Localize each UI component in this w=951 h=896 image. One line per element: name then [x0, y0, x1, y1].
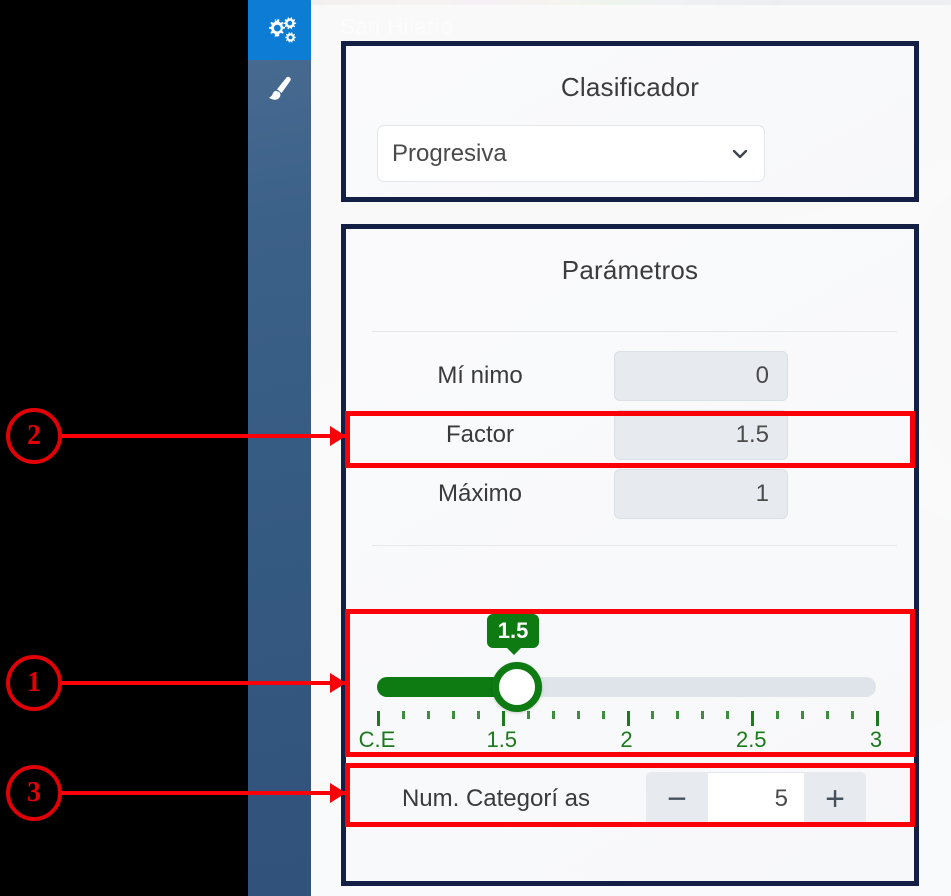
factor-slider-tooltip: 1.5: [486, 614, 540, 654]
slider-tick-label: 3: [869, 727, 883, 752]
slider-tick-minor: [601, 711, 605, 719]
slider-tick-major: [501, 711, 505, 726]
slider-tick-label: 2.5: [735, 727, 767, 752]
callout-2-line: [62, 434, 345, 438]
slider-tick-minor: [776, 711, 780, 719]
factor-slider-area: 1.5 C.E 1.5 2 2.5 3: [346, 614, 914, 755]
screenshot-root: San Hilario Clasificador Progresiva Pará…: [0, 0, 951, 896]
slider-tick-minor: [651, 711, 655, 719]
slider-tick-major: [626, 711, 630, 726]
num-categorias-value[interactable]: 5: [708, 772, 804, 826]
param-value-maximo[interactable]: 1: [614, 468, 788, 519]
sidebar-item-settings[interactable]: [248, 0, 311, 60]
callout-3-arrow: [330, 783, 346, 803]
num-categorias-label: Num. Categorí as: [401, 785, 591, 812]
param-row-factor: Factor 1.5: [346, 405, 914, 464]
divider-top: [372, 331, 897, 332]
increment-button[interactable]: +: [804, 772, 866, 826]
param-value-factor[interactable]: 1.5: [614, 409, 788, 460]
callout-1-line: [62, 681, 345, 685]
callout-3-number: 3: [6, 765, 62, 821]
slider-tick-minor: [476, 711, 480, 719]
slider-tick-minor: [401, 711, 405, 719]
factor-slider-thumb[interactable]: [491, 662, 542, 712]
gears-icon: [263, 15, 297, 45]
slider-tick-label: C.E: [358, 727, 396, 752]
slider-tick-minor: [726, 711, 730, 719]
callout-1-arrow: [330, 673, 346, 693]
param-label-maximo: Máximo: [437, 479, 522, 507]
slider-tick-minor: [451, 711, 455, 719]
paint-brush-icon: [263, 74, 297, 106]
decrement-button[interactable]: −: [646, 772, 708, 826]
param-row-maximo: Máximo 1: [346, 464, 914, 523]
factor-slider-track[interactable]: 1.5: [377, 614, 876, 712]
num-categorias-row: Num. Categorí as − 5 +: [346, 769, 914, 829]
parameters-panel: Parámetros Mí nimo 0 Factor 1.5 Máximo 1: [341, 224, 919, 886]
slider-tick-minor: [826, 711, 830, 719]
slider-tick-minor: [526, 711, 530, 719]
map-watermark-label: San Hilario: [340, 14, 454, 39]
slider-tick-minor: [851, 711, 855, 719]
classifier-panel: Clasificador Progresiva: [341, 41, 919, 202]
param-label-factor: Factor: [445, 420, 514, 448]
slider-tick-major: [876, 711, 879, 726]
slider-tick-label: 1.5: [486, 727, 518, 752]
chevron-down-icon: [730, 144, 750, 164]
callout-3-line: [62, 791, 345, 795]
callout-1-number: 1: [6, 655, 62, 711]
slider-tick-minor: [426, 711, 430, 719]
param-row-minimo: Mí nimo 0: [346, 346, 914, 405]
num-categorias-stepper: − 5 +: [646, 772, 866, 826]
callout-2-arrow: [330, 426, 346, 446]
slider-tick-major: [377, 711, 380, 726]
slider-tick-minor: [676, 711, 680, 719]
slider-tick-minor: [576, 711, 580, 719]
param-value-minimo[interactable]: 0: [614, 350, 788, 401]
param-label-minimo: Mí nimo: [437, 361, 523, 389]
classifier-select[interactable]: Progresiva: [377, 125, 765, 182]
slider-tick-minor: [551, 711, 555, 719]
parameters-panel-title: Parámetros: [561, 255, 699, 285]
callout-2-number: 2: [6, 408, 62, 464]
factor-slider-ticks: [377, 711, 879, 727]
sidebar-rail: [248, 0, 311, 896]
slider-tick-minor: [701, 711, 705, 719]
slider-tick-major: [751, 711, 755, 726]
slider-tick-minor: [801, 711, 805, 719]
divider-bottom: [372, 545, 897, 546]
classifier-panel-title: Clasificador: [560, 72, 700, 102]
factor-slider-tick-labels: C.E 1.5 2 2.5 3: [359, 727, 882, 753]
slider-tick-label: 2: [620, 727, 633, 752]
sidebar-item-style[interactable]: [248, 60, 311, 120]
classifier-select-value: Progresiva: [392, 139, 507, 167]
